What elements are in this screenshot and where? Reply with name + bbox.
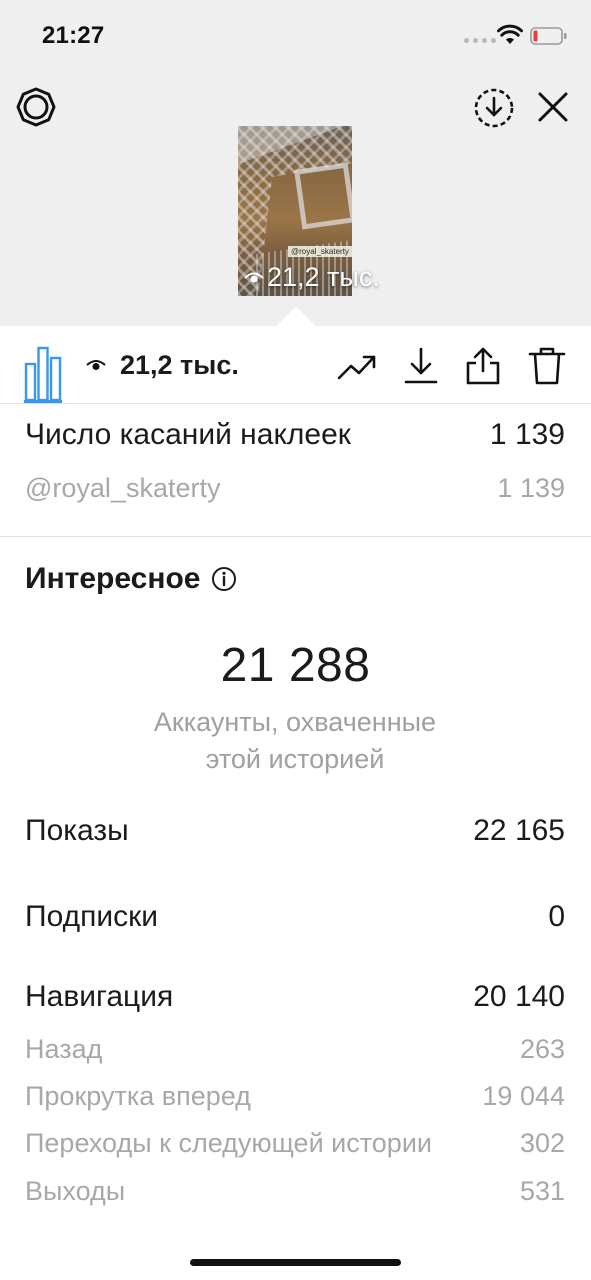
trash-icon[interactable]	[527, 346, 567, 386]
follows-label: Подписки	[25, 900, 158, 933]
sticker-taps-row: Число касаний наклеек 1 139	[25, 418, 565, 452]
close-icon[interactable]	[535, 89, 571, 125]
navigation-label: Навигация	[25, 980, 174, 1013]
accounts-reached-value: 21 288	[220, 639, 371, 692]
status-bar: 21:27	[0, 0, 591, 70]
follows-row: Подписки 0	[25, 900, 565, 934]
accounts-reached-caption: Аккаунты, охваченные этой историей	[95, 704, 495, 778]
navigation-exits-label: Выходы	[25, 1176, 126, 1206]
status-time: 21:27	[42, 22, 105, 49]
bar-chart-icon[interactable]	[22, 344, 64, 402]
impressions-row: Показы 22 165	[25, 814, 565, 848]
impressions-value: 22 165	[473, 814, 565, 847]
navigation-row: Навигация 20 140	[25, 980, 565, 1014]
impressions-label: Показы	[25, 814, 129, 847]
views-count: 21,2 тыс.	[120, 350, 239, 380]
follows-value: 0	[548, 900, 565, 933]
sticker-mention-value: 1 139	[497, 473, 565, 503]
settings-icon[interactable]	[15, 86, 57, 128]
section-divider	[0, 536, 591, 537]
navigation-forward-value: 19 044	[482, 1081, 565, 1111]
sticker-taps-value: 1 139	[489, 418, 565, 451]
navigation-exits-row: Выходы 531	[25, 1176, 565, 1207]
story-toolbar: 21,2 тыс.	[0, 326, 591, 404]
views-summary: 21,2 тыс.	[86, 350, 239, 381]
home-indicator[interactable]	[190, 1259, 401, 1266]
navigation-value: 20 140	[473, 980, 565, 1013]
eye-icon	[86, 359, 106, 370]
info-icon[interactable]	[211, 566, 237, 592]
navigation-next-story-row: Переходы к следующей истории 302	[25, 1128, 565, 1159]
navigation-back-row: Назад 263	[25, 1034, 565, 1065]
share-icon[interactable]	[463, 346, 503, 386]
sticker-mention-row[interactable]: @royal_skaterty 1 139	[25, 473, 565, 504]
sticker-taps-label: Число касаний наклеек	[25, 418, 351, 451]
sticker-mention-label: @royal_skaterty	[25, 473, 221, 503]
navigation-next-story-label: Переходы к следующей истории	[25, 1128, 432, 1158]
battery-icon	[530, 27, 567, 45]
active-tab-indicator	[24, 400, 62, 403]
discovery-title: Интересное	[25, 562, 201, 595]
download-circle-icon[interactable]	[472, 86, 516, 130]
story-mention-tag: @royal_skaterty	[288, 246, 352, 257]
download-icon[interactable]	[401, 346, 441, 386]
accounts-reached-caption-line2: этой историей	[205, 744, 385, 774]
navigation-next-story-value: 302	[519, 1128, 565, 1158]
navigation-forward-row: Прокрутка вперед 19 044	[25, 1081, 565, 1112]
tablecloth-pattern-image	[294, 162, 352, 230]
navigation-forward-label: Прокрутка вперед	[25, 1081, 251, 1111]
story-views-overlay: 21,2 тыс.	[243, 262, 380, 293]
eye-icon	[244, 272, 264, 282]
cellular-signal-icon	[464, 38, 496, 43]
wifi-icon	[497, 24, 523, 44]
navigation-exits-value: 531	[519, 1176, 565, 1206]
story-views-count: 21,2 тыс.	[267, 262, 380, 292]
accounts-reached-caption-line1: Аккаунты, охваченные	[153, 707, 437, 737]
navigation-back-value: 263	[519, 1034, 565, 1064]
discovery-section-title: Интересное	[25, 562, 237, 596]
story-preview-area: 21:27 @royal_skaterty 21,2 тыс.	[0, 0, 591, 326]
navigation-back-label: Назад	[25, 1034, 103, 1064]
trending-up-icon[interactable]	[337, 346, 377, 386]
